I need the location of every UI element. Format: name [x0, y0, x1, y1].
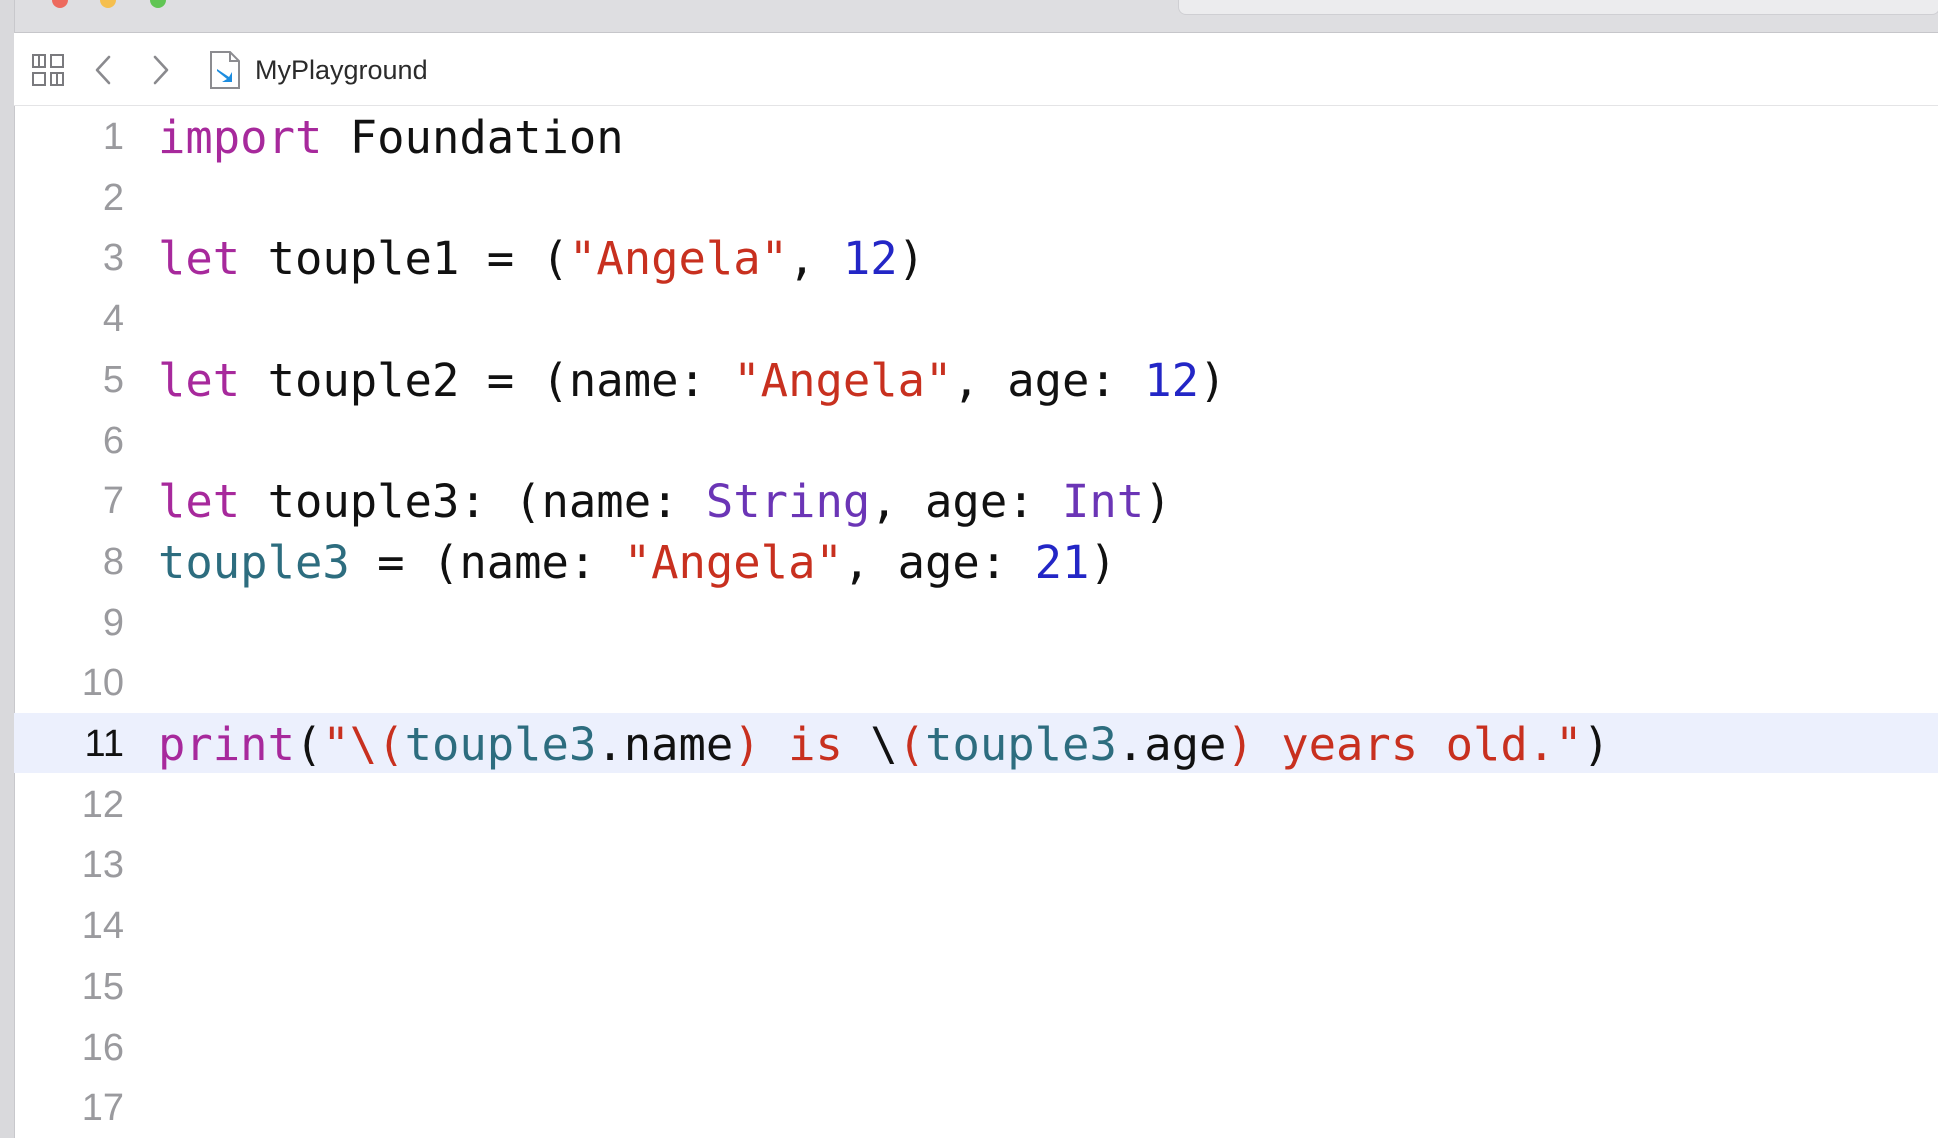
line-number: 17 — [81, 1087, 124, 1130]
window-title-bar — [0, 0, 1938, 33]
code-token-keyword: print — [158, 718, 295, 771]
code-line[interactable]: 1 import Foundation — [14, 106, 1938, 166]
code-line[interactable]: 16 — [14, 1017, 1938, 1077]
code-token-plain: ( — [294, 718, 323, 771]
code-token-plain: ) — [1582, 718, 1610, 771]
code-text[interactable]: let touple1 = ("Angela", 12) — [158, 235, 925, 283]
code-token-variable: touple3 — [925, 718, 1117, 771]
code-line[interactable]: 3 let touple1 = ("Angela", 12) — [14, 227, 1938, 287]
code-token-plain: touple2 = (name: — [240, 353, 734, 407]
code-line[interactable]: 12 — [14, 774, 1938, 834]
code-token-plain: .name — [596, 718, 734, 771]
code-token-keyword: let — [158, 475, 241, 529]
code-token-plain: = (name: — [349, 535, 624, 589]
code-token-number: 12 — [842, 232, 898, 286]
chevron-right-icon[interactable] — [140, 50, 180, 90]
code-token-keyword: import — [158, 111, 323, 164]
code-token-plain: touple3: (name: — [240, 475, 706, 529]
minimize-window-button[interactable] — [100, 0, 116, 8]
line-number: 3 — [102, 237, 124, 280]
code-line[interactable]: 13 — [14, 834, 1938, 894]
line-number: 8 — [102, 540, 124, 583]
window-tab[interactable] — [1178, 0, 1938, 15]
code-token-string: "Angela" — [733, 353, 953, 407]
code-token-plain: ) — [1199, 353, 1227, 407]
code-line[interactable]: 6 — [14, 410, 1938, 470]
line-number: 11 — [84, 723, 124, 765]
jump-bar: MyPlayground — [14, 33, 1938, 106]
line-number: 16 — [81, 1026, 124, 1069]
code-token-variable: touple3 — [158, 535, 350, 589]
code-token-plain: .age — [1116, 718, 1227, 771]
code-token-plain: ) — [897, 232, 926, 286]
code-token-variable: touple3 — [404, 718, 597, 771]
line-number: 4 — [102, 298, 124, 341]
code-token-string: "Angela" — [568, 232, 789, 286]
code-token-plain: , age: — [952, 353, 1145, 407]
code-line[interactable]: 9 — [14, 592, 1938, 652]
code-token-plain: , age: — [842, 535, 1035, 589]
line-number: 7 — [102, 480, 124, 523]
line-number: 13 — [81, 844, 124, 887]
close-window-button[interactable] — [52, 0, 68, 8]
code-token-plain: ) — [1144, 475, 1172, 529]
line-number: 2 — [102, 176, 124, 219]
code-line[interactable]: 8 touple3 = (name: "Angela", age: 21) — [14, 531, 1938, 591]
code-line[interactable]: 7 let touple3: (name: String, age: Int) — [14, 470, 1938, 530]
code-line[interactable]: 14 — [14, 895, 1938, 955]
line-number: 1 — [102, 116, 124, 158]
line-number: 6 — [102, 419, 124, 462]
code-token-string: "\ — [322, 718, 378, 771]
code-line[interactable]: 15 — [14, 956, 1938, 1016]
chevron-left-icon[interactable] — [84, 50, 124, 90]
file-name-breadcrumb[interactable]: MyPlayground — [255, 52, 428, 88]
code-token-string: ( — [897, 718, 926, 771]
code-line[interactable]: 2 — [14, 167, 1938, 227]
code-token-plain: , — [788, 232, 843, 286]
code-token-number: 12 — [1144, 353, 1199, 407]
code-token-number: 21 — [1034, 535, 1090, 589]
line-number: 10 — [81, 662, 124, 705]
swift-file-icon[interactable] — [205, 50, 245, 90]
code-token-plain: Foundation — [322, 111, 624, 164]
code-token-plain: touple1 = ( — [240, 232, 569, 286]
grid-icon[interactable] — [28, 50, 68, 90]
code-token-keyword: let — [158, 232, 241, 286]
code-token-plain: , age: — [870, 475, 1063, 529]
line-number: 5 — [102, 358, 124, 401]
code-text[interactable]: print("\(touple3.name) is \(touple3.age)… — [158, 721, 1610, 769]
code-token-string: ) years old." — [1226, 718, 1583, 771]
code-line[interactable]: 10 — [14, 652, 1938, 712]
code-text[interactable]: import Foundation — [158, 114, 624, 162]
line-number: 9 — [102, 601, 124, 644]
code-text[interactable]: let touple3: (name: String, age: Int) — [158, 478, 1172, 526]
code-token-type: Int — [1062, 475, 1145, 529]
code-token-keyword: let — [158, 353, 241, 407]
code-text[interactable]: let touple2 = (name: "Angela", age: 12) — [158, 353, 1227, 407]
line-number: 12 — [81, 783, 124, 826]
zoom-window-button[interactable] — [150, 0, 166, 8]
code-token-string: "Angela" — [623, 535, 843, 589]
code-token-plain: ) — [1089, 535, 1117, 589]
code-token-plain: \ — [870, 718, 898, 771]
code-line[interactable]: 4 — [14, 288, 1938, 348]
code-line[interactable]: 17 — [14, 1077, 1938, 1137]
code-token-type: String — [705, 475, 871, 529]
code-text[interactable]: touple3 = (name: "Angela", age: 21) — [158, 535, 1117, 589]
line-number: 14 — [81, 905, 124, 948]
code-editor[interactable]: 1 import Foundation 2 3 let touple1 = ("Ange… — [14, 106, 1938, 1138]
code-token-string: ( — [377, 718, 405, 771]
code-line[interactable]: 11 print("\(touple3.name) is \(touple3.ag… — [14, 713, 1938, 773]
code-line[interactable]: 5 let touple2 = (name: "Angela", age: 12) — [14, 349, 1938, 409]
code-token-string: ) is — [733, 718, 871, 771]
navigator-edge — [0, 0, 15, 1138]
line-number: 15 — [81, 965, 124, 1008]
